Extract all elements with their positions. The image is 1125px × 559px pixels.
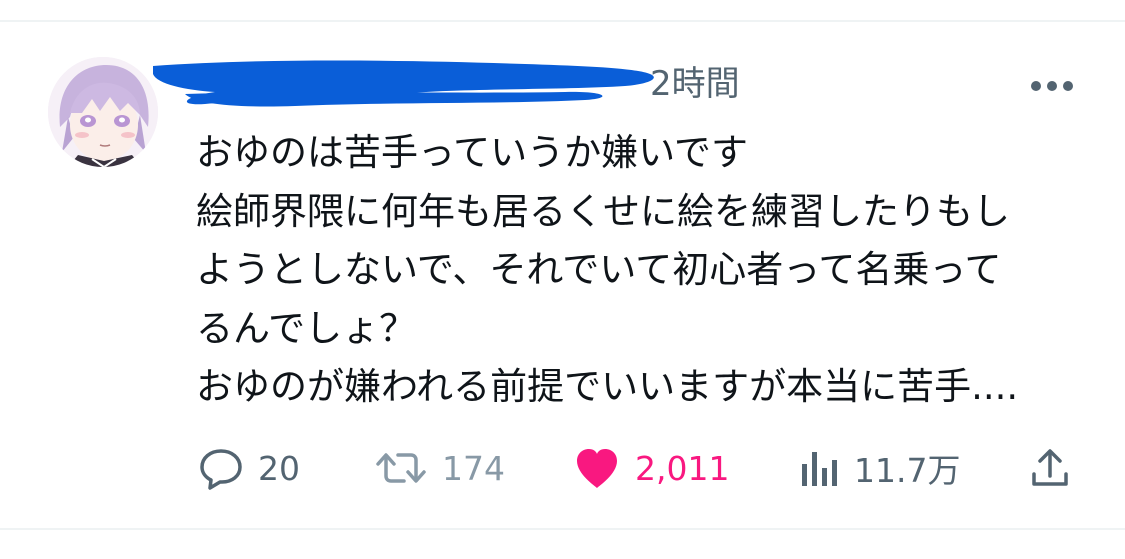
tweet-text-line: おゆのが嫌われる前提でいいますが本当に苦手.... <box>196 365 1019 408</box>
tweet-text-line: おゆのは苦手っていうか嫌いです <box>196 131 749 174</box>
views-button[interactable]: 11.7万 <box>798 440 960 496</box>
like-count: 2,011 <box>635 448 730 488</box>
tweet-timestamp[interactable]: 2時間 <box>650 62 740 106</box>
username-redaction <box>145 54 665 114</box>
tweet-action-bar: 20 174 2,011 11.7万 <box>0 440 1125 496</box>
more-options-button[interactable] <box>1022 66 1082 106</box>
avatar[interactable] <box>48 57 158 167</box>
like-button[interactable]: 2,011 <box>573 440 729 496</box>
tweet-text: おゆのは苦手っていうか嫌いです 絵師界隈に何年も居るくせに絵を練習したりもし よ… <box>196 124 1096 417</box>
retweet-icon <box>374 446 428 490</box>
retweet-count: 174 <box>442 448 505 488</box>
retweet-button[interactable]: 174 <box>374 440 505 496</box>
analytics-bars-icon <box>798 446 840 490</box>
views-count: 11.7万 <box>854 451 961 490</box>
tweet-text-line: るんでしょ？ <box>196 306 417 350</box>
top-divider <box>0 20 1125 22</box>
heart-filled-icon <box>573 446 621 490</box>
share-button[interactable] <box>1028 440 1072 496</box>
tweet-text-line: ようとしないで、それでいて初心者って名乗って <box>196 248 1002 291</box>
avatar-illustration <box>48 57 158 167</box>
share-upload-icon <box>1028 446 1072 490</box>
reply-button[interactable]: 20 <box>198 440 300 496</box>
reply-bubble-icon <box>198 446 244 490</box>
bottom-divider <box>0 528 1125 530</box>
tweet-text-line: 絵師界隈に何年も居るくせに絵を練習したりもし <box>196 189 1010 233</box>
more-dots-icon <box>1031 81 1073 91</box>
reply-count: 20 <box>258 448 300 488</box>
